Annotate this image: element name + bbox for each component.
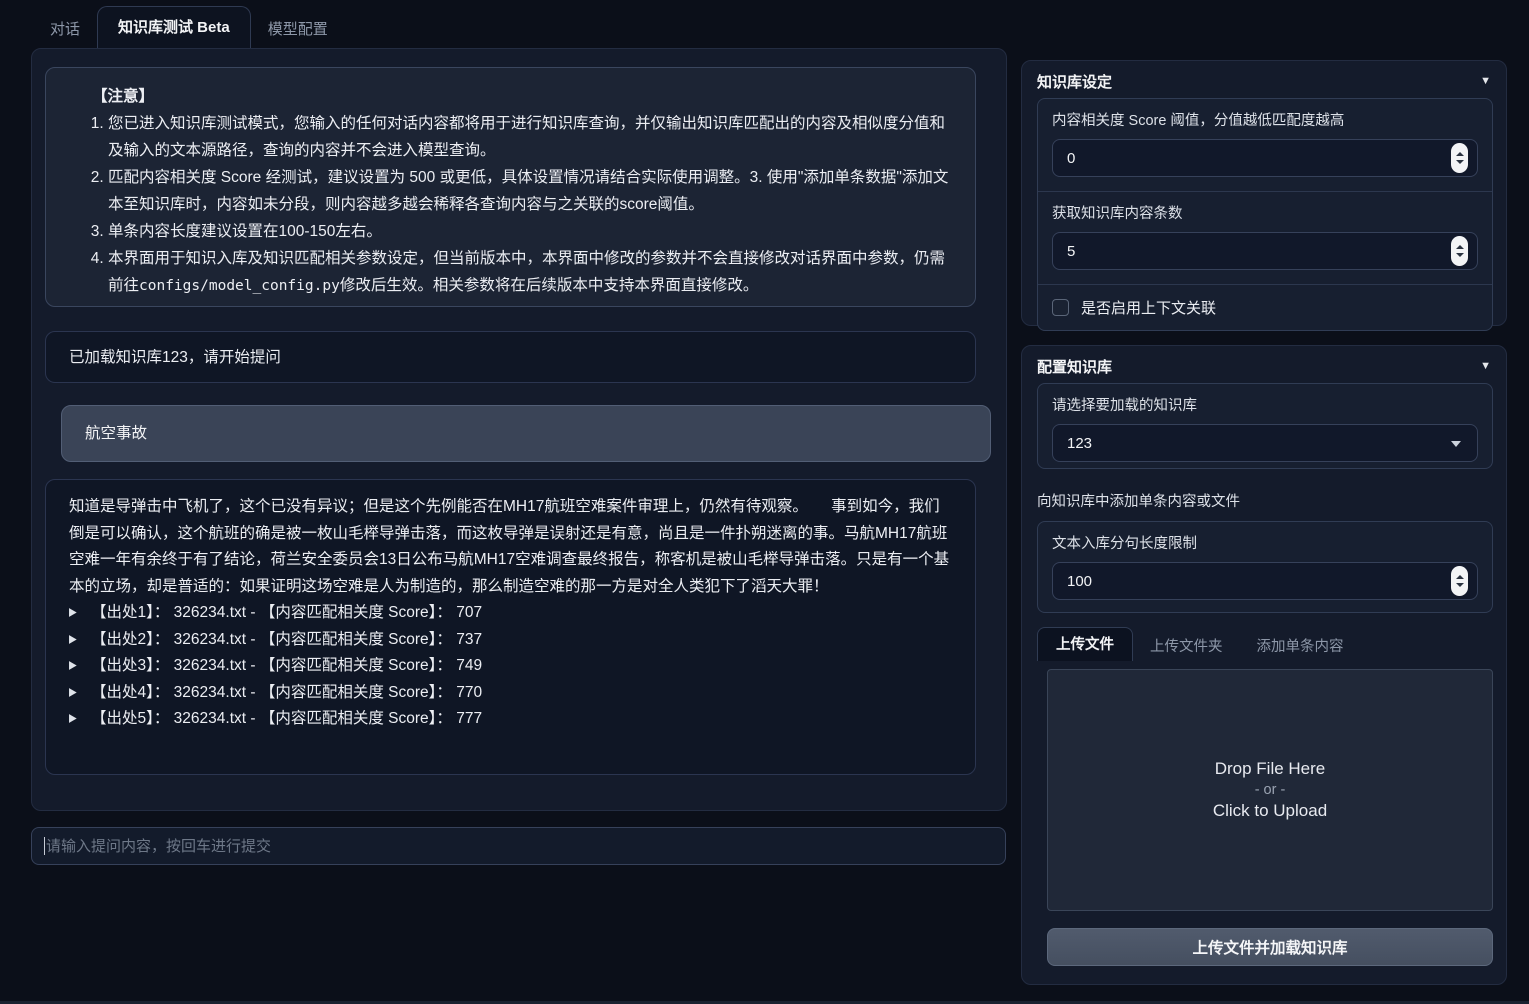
source-details-3[interactable]: ▶ 【出处3】： 326234.txt - 【内容匹配相关度 Score】： 7…: [69, 653, 952, 680]
notice-item: 本界面用于知识入库及知识匹配相关参数设定，但当前版本中，本界面中修改的参数并不会…: [108, 245, 953, 300]
chat-input-container: [31, 827, 1006, 865]
bot-message: 已加载知识库123，请开始提问: [45, 331, 976, 383]
kb-select-dropdown[interactable]: 123: [1052, 424, 1478, 462]
kb-select-box: 请选择要加载的知识库 123: [1037, 383, 1493, 469]
kb-settings-form: 内容相关度 Score 阈值，分值越低匹配度越高 获取知识库内容条数: [1037, 98, 1493, 331]
bot-message: 知道是导弹击中飞机了，这个已没有异议；但是这个先例能否在MH17航班空难案件审理…: [45, 479, 976, 775]
expand-icon: ▶: [69, 651, 81, 681]
stepper-up-icon[interactable]: [1456, 245, 1464, 249]
topk-input[interactable]: [1052, 232, 1478, 270]
kb-test-panel: 【注意】 您已进入知识库测试模式，您输入的任何对话内容都将用于进行知识库查询，并…: [31, 48, 1007, 811]
source-label: 【出处5】： 326234.txt - 【内容匹配相关度 Score】： 777: [91, 706, 482, 733]
kb-settings-accordion-header[interactable]: 知识库设定 ▼: [1037, 69, 1491, 93]
notice-box: 【注意】 您已进入知识库测试模式，您输入的任何对话内容都将用于进行知识库查询，并…: [45, 67, 976, 307]
kb-config-accordion-header[interactable]: 配置知识库 ▼: [1037, 354, 1491, 378]
tab-model-config[interactable]: 模型配置: [251, 9, 345, 48]
source-details-1[interactable]: ▶ 【出处1】： 326234.txt - 【内容匹配相关度 Score】： 7…: [69, 600, 952, 627]
tab-add-single-content[interactable]: 添加单条内容: [1240, 630, 1361, 661]
stepper-down-icon[interactable]: [1456, 160, 1464, 164]
context-link-checkbox[interactable]: [1052, 299, 1069, 316]
score-threshold-row: 内容相关度 Score 阈值，分值越低匹配度越高: [1038, 99, 1492, 191]
source-details-5[interactable]: ▶ 【出处5】： 326234.txt - 【内容匹配相关度 Score】： 7…: [69, 706, 952, 733]
kb-select-label: 请选择要加载的知识库: [1052, 394, 1478, 415]
kb-select-row: 请选择要加载的知识库 123: [1038, 384, 1492, 476]
notice-item: 匹配内容相关度 Score 经测试，建议设置为 500 或更低，具体设置情况请结…: [108, 164, 953, 218]
expand-icon: ▶: [69, 598, 81, 628]
tab-upload-folder[interactable]: 上传文件夹: [1133, 630, 1240, 661]
stepper-down-icon[interactable]: [1456, 253, 1464, 257]
sentence-length-label: 文本入库分句长度限制: [1052, 532, 1478, 553]
source-details-4[interactable]: ▶ 【出处4】： 326234.txt - 【内容匹配相关度 Score】： 7…: [69, 680, 952, 707]
number-stepper[interactable]: [1451, 566, 1468, 596]
dropzone-line-3: Click to Upload: [1213, 801, 1327, 821]
chevron-down-icon: ▼: [1480, 360, 1491, 372]
user-message: 航空事故: [61, 405, 991, 462]
chat-input[interactable]: [46, 838, 993, 855]
config-path-code: configs/model_config.py: [139, 278, 340, 294]
source-details-2[interactable]: ▶ 【出处2】： 326234.txt - 【内容匹配相关度 Score】： 7…: [69, 627, 952, 654]
source-label: 【出处3】： 326234.txt - 【内容匹配相关度 Score】： 749: [91, 653, 482, 680]
kb-settings-panel: 知识库设定 ▼ 内容相关度 Score 阈值，分值越低匹配度越高 获取知识库内容…: [1021, 60, 1507, 326]
file-dropzone[interactable]: Drop File Here - or - Click to Upload: [1047, 669, 1493, 911]
stepper-down-icon[interactable]: [1456, 583, 1464, 587]
sentence-length-input[interactable]: [1052, 562, 1478, 600]
sentence-length-box: 文本入库分句长度限制: [1037, 521, 1493, 613]
number-stepper[interactable]: [1451, 236, 1468, 266]
stepper-up-icon[interactable]: [1456, 575, 1464, 579]
text-cursor: [44, 837, 45, 855]
kb-config-title: 配置知识库: [1037, 356, 1112, 377]
score-threshold-label: 内容相关度 Score 阈值，分值越低匹配度越高: [1052, 109, 1478, 130]
add-content-label: 向知识库中添加单条内容或文件: [1037, 490, 1240, 511]
stepper-up-icon[interactable]: [1456, 152, 1464, 156]
dropdown-caret-icon: [1451, 441, 1461, 447]
number-stepper[interactable]: [1451, 143, 1468, 173]
top-tab-bar: 对话 知识库测试 Beta 模型配置: [33, 12, 345, 48]
kb-config-panel: 配置知识库 ▼ 请选择要加载的知识库 123 向知识库中添加单条内容或文件 文本…: [1021, 345, 1507, 985]
kb-select-value: 123: [1067, 435, 1092, 452]
score-threshold-input[interactable]: [1052, 139, 1478, 177]
chevron-down-icon: ▼: [1480, 75, 1491, 87]
source-label: 【出处4】： 326234.txt - 【内容匹配相关度 Score】： 770: [91, 680, 482, 707]
kb-settings-title: 知识库设定: [1037, 71, 1112, 92]
sentence-length-row: 文本入库分句长度限制: [1038, 522, 1492, 614]
notice-item: 单条内容长度建议设置在100-150左右。: [108, 218, 953, 245]
source-label: 【出处2】： 326234.txt - 【内容匹配相关度 Score】： 737: [91, 627, 482, 654]
topk-label: 获取知识库内容条数: [1052, 202, 1478, 223]
upload-tab-bar: 上传文件 上传文件夹 添加单条内容: [1037, 632, 1361, 661]
dropzone-line-2: - or -: [1255, 782, 1286, 798]
context-link-checkbox-row[interactable]: 是否启用上下文关联: [1038, 284, 1492, 330]
bot-answer-text: 知道是导弹击中飞机了，这个已没有异议；但是这个先例能否在MH17航班空难案件审理…: [69, 494, 952, 600]
tab-kb-test[interactable]: 知识库测试 Beta: [97, 6, 251, 48]
dropzone-line-1: Drop File Here: [1215, 759, 1326, 779]
tab-upload-file[interactable]: 上传文件: [1037, 627, 1133, 661]
topk-row: 获取知识库内容条数: [1038, 191, 1492, 284]
context-link-label: 是否启用上下文关联: [1081, 297, 1216, 318]
notice-item: 您已进入知识库测试模式，您输入的任何对话内容都将用于进行知识库查询，并仅输出知识…: [108, 110, 953, 164]
upload-and-load-kb-button[interactable]: 上传文件并加载知识库: [1047, 928, 1493, 966]
source-label: 【出处1】： 326234.txt - 【内容匹配相关度 Score】： 707: [91, 600, 482, 627]
expand-icon: ▶: [69, 704, 81, 734]
notice-title: 【注意】: [92, 83, 953, 110]
tab-chat[interactable]: 对话: [33, 9, 97, 48]
